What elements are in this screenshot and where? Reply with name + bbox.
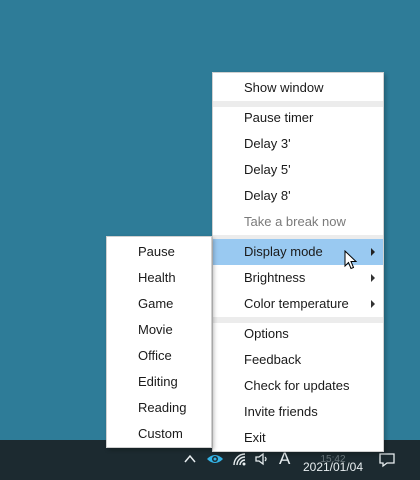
wifi-icon[interactable] (232, 452, 248, 469)
submenu-item-label: Movie (138, 322, 173, 337)
clock-date[interactable]: 2021/01/04 (298, 460, 368, 474)
menu-item-label: Delay 3' (244, 136, 291, 151)
submenu-item-pause[interactable]: Pause (107, 239, 211, 265)
submenu-item-reading[interactable]: Reading (107, 395, 211, 421)
menu-item-label: Brightness (244, 270, 306, 285)
submenu-arrow-icon (371, 274, 375, 282)
menu-item-label: Pause timer (244, 110, 314, 125)
menu-item-label: Show window (244, 80, 324, 95)
submenu-item-health[interactable]: Health (107, 265, 211, 291)
submenu-item-custom[interactable]: Custom (107, 421, 211, 447)
chevron-up-icon[interactable] (183, 452, 197, 469)
submenu-item-label: Game (138, 296, 174, 311)
tray-context-menu: Show window Pause timer Delay 3' Delay 5… (212, 72, 384, 452)
menu-item-options[interactable]: Options (213, 321, 383, 347)
menu-item-pause-timer[interactable]: Pause timer (213, 105, 383, 131)
menu-item-feedback[interactable]: Feedback (213, 347, 383, 373)
submenu-item-label: Reading (138, 400, 187, 415)
menu-item-label: Color temperature (244, 296, 349, 311)
submenu-item-label: Custom (138, 426, 183, 441)
notification-icon[interactable] (378, 452, 396, 471)
submenu-item-label: Editing (138, 374, 178, 389)
speaker-icon[interactable] (254, 452, 270, 469)
menu-item-label: Display mode (244, 244, 323, 259)
menu-item-label: Options (244, 326, 289, 341)
menu-item-label: Take a break now (244, 214, 346, 229)
display-mode-submenu: Pause Health Game Movie Office Editing R… (106, 236, 212, 448)
submenu-item-game[interactable]: Game (107, 291, 211, 317)
menu-item-label: Delay 5' (244, 162, 291, 177)
submenu-item-editing[interactable]: Editing (107, 369, 211, 395)
menu-item-label: Exit (244, 430, 266, 445)
submenu-item-label: Office (138, 348, 172, 363)
eye-icon[interactable] (206, 452, 224, 469)
menu-item-color-temperature[interactable]: Color temperature (213, 291, 383, 317)
submenu-item-label: Health (138, 270, 176, 285)
menu-item-show-window[interactable]: Show window (213, 75, 383, 101)
menu-item-delay-3[interactable]: Delay 3' (213, 131, 383, 157)
menu-item-invite-friends[interactable]: Invite friends (213, 399, 383, 425)
mouse-cursor-icon (344, 250, 358, 270)
submenu-arrow-icon (371, 300, 375, 308)
menu-item-exit[interactable]: Exit (213, 425, 383, 451)
menu-item-delay-8[interactable]: Delay 8' (213, 183, 383, 209)
input-indicator[interactable]: A (279, 450, 290, 467)
menu-item-label: Check for updates (244, 378, 350, 393)
submenu-item-label: Pause (138, 244, 175, 259)
menu-item-delay-5[interactable]: Delay 5' (213, 157, 383, 183)
submenu-item-movie[interactable]: Movie (107, 317, 211, 343)
menu-item-label: Delay 8' (244, 188, 291, 203)
menu-item-label: Invite friends (244, 404, 318, 419)
submenu-arrow-icon (371, 248, 375, 256)
menu-item-take-break: Take a break now (213, 209, 383, 235)
submenu-item-office[interactable]: Office (107, 343, 211, 369)
menu-item-check-updates[interactable]: Check for updates (213, 373, 383, 399)
menu-item-label: Feedback (244, 352, 302, 367)
